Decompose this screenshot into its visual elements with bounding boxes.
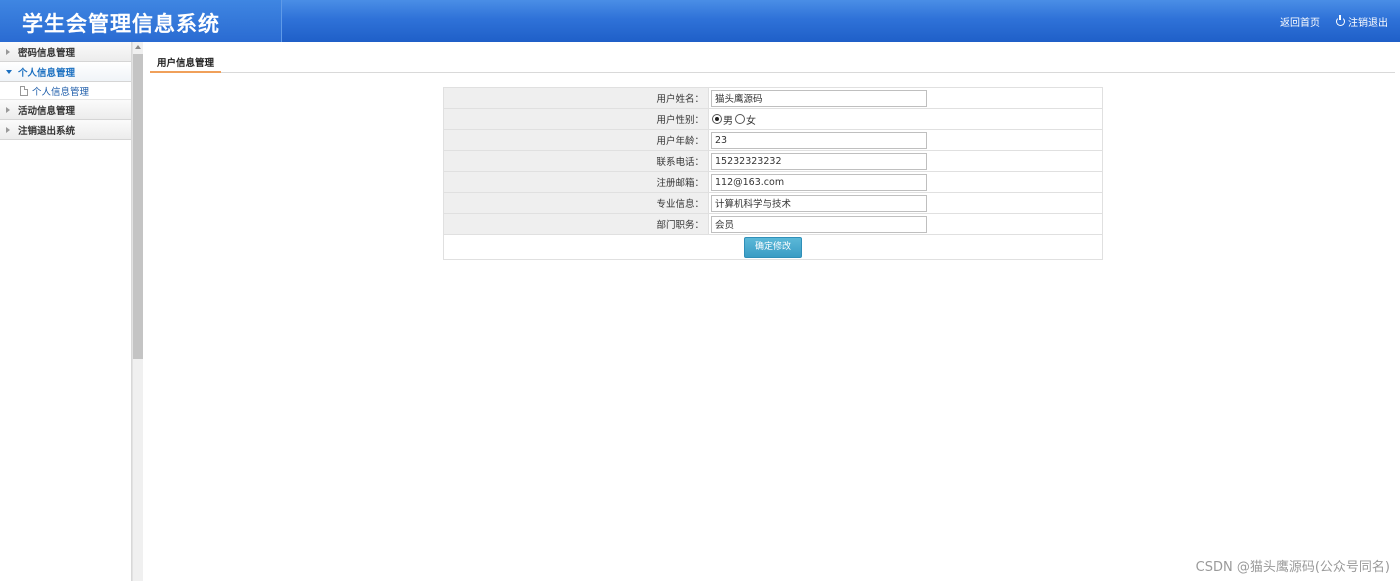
sidebar-item-label: 个人信息管理 (18, 67, 76, 79)
sidebar-item-logout-system[interactable]: 注销退出系统 (0, 120, 131, 140)
top-header: 学生会管理信息系统 返回首页 注销退出 (0, 0, 1400, 42)
caret-right-icon (6, 126, 10, 133)
form-row-position: 部门职务： (443, 213, 1103, 235)
name-input[interactable] (711, 89, 927, 107)
gender-female-label: 女 (746, 115, 756, 127)
gender-label: 用户性别： (443, 108, 709, 130)
tab-bar: 用户信息管理 (150, 52, 1395, 73)
position-input[interactable] (711, 215, 927, 233)
document-icon (20, 85, 28, 96)
app-title: 学生会管理信息系统 (22, 12, 220, 36)
name-label: 用户姓名： (443, 87, 709, 109)
form-row-email: 注册邮箱： (443, 171, 1103, 193)
form-row-gender: 用户性别： 男 女 (443, 108, 1103, 130)
scroll-up-icon[interactable] (135, 45, 141, 49)
sidebar-subitem-label: 个人信息管理 (32, 86, 90, 98)
sidebar-scrollbar[interactable] (132, 42, 143, 581)
age-input[interactable] (711, 131, 927, 149)
tab-user-info[interactable]: 用户信息管理 (150, 52, 222, 73)
sidebar: 密码信息管理 个人信息管理 个人信息管理 活动信息管理 注销退出系统 (0, 42, 132, 581)
form-row-phone: 联系电话： (443, 150, 1103, 172)
scrollbar-thumb[interactable] (133, 54, 143, 359)
logout-link-label: 注销退出 (1348, 18, 1388, 29)
sidebar-subitem-personal-info[interactable]: 个人信息管理 (0, 82, 131, 100)
form-row-submit: 确定修改 (443, 234, 1103, 260)
gender-male-radio[interactable] (712, 114, 722, 124)
home-link[interactable]: 返回首页 (1280, 14, 1320, 29)
form-row-name: 用户姓名： (443, 87, 1103, 109)
form-row-major: 专业信息： (443, 192, 1103, 214)
user-info-form: 用户姓名： 用户性别： 男 女 用户年龄： 联系电话： 注册邮箱： 专业信息： … (443, 87, 1103, 260)
major-input[interactable] (711, 194, 927, 212)
sidebar-item-password[interactable]: 密码信息管理 (0, 42, 131, 62)
caret-right-icon (6, 48, 10, 55)
phone-label: 联系电话： (443, 150, 709, 172)
age-label: 用户年龄： (443, 129, 709, 151)
caret-right-icon (6, 106, 10, 113)
gender-female-radio[interactable] (735, 114, 745, 124)
gender-male-label: 男 (723, 115, 733, 127)
email-input[interactable] (711, 173, 927, 191)
sidebar-item-label: 密码信息管理 (18, 47, 76, 59)
form-row-age: 用户年龄： (443, 129, 1103, 151)
position-label: 部门职务： (443, 213, 709, 235)
email-label: 注册邮箱： (443, 171, 709, 193)
sidebar-item-label: 注销退出系统 (18, 125, 76, 137)
home-link-label: 返回首页 (1280, 18, 1320, 29)
header-links: 返回首页 注销退出 (1280, 14, 1388, 29)
sidebar-item-personal[interactable]: 个人信息管理 (0, 62, 131, 82)
phone-input[interactable] (711, 152, 927, 170)
power-icon (1336, 15, 1345, 26)
major-label: 专业信息： (443, 192, 709, 214)
sidebar-item-activity[interactable]: 活动信息管理 (0, 100, 131, 120)
caret-down-icon (6, 69, 12, 74)
sidebar-item-label: 活动信息管理 (18, 105, 76, 117)
submit-button[interactable]: 确定修改 (744, 236, 802, 258)
gender-radio-group: 男 女 (711, 112, 1102, 127)
logout-link[interactable]: 注销退出 (1336, 14, 1388, 29)
watermark: CSDN @猫头鹰源码(公众号同名) (1195, 560, 1390, 575)
